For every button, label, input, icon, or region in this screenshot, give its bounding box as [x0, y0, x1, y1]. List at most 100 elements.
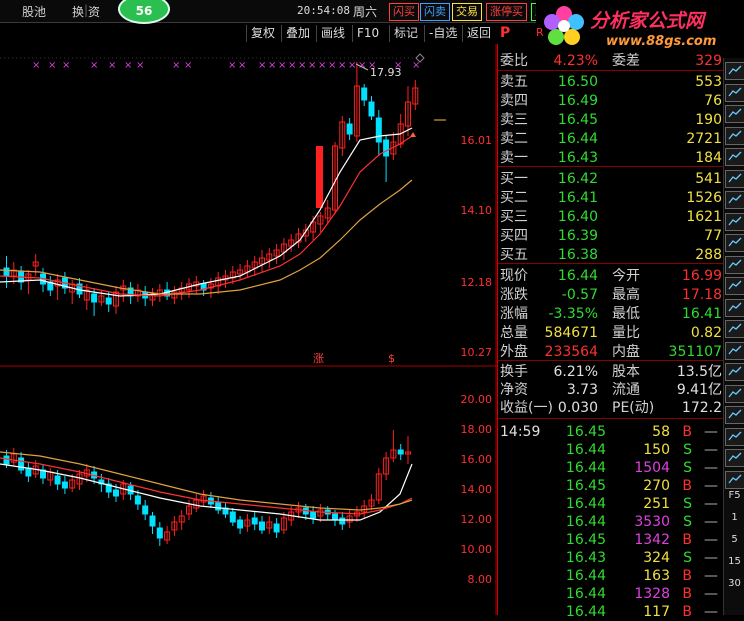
- news-icon[interactable]: [725, 234, 744, 252]
- stat-label: 最高: [612, 287, 640, 303]
- trade-button[interactable]: 交易: [452, 3, 482, 21]
- nav-fund[interactable]: 资: [88, 3, 100, 20]
- stat-label: 今开: [612, 268, 640, 284]
- bars-icon[interactable]: [725, 406, 744, 424]
- stat-row: 外盘 233564 内盘 351107: [498, 343, 724, 361]
- divider: [498, 360, 724, 361]
- f-icon[interactable]: [725, 298, 744, 317]
- signal-cross: ×: [32, 60, 40, 71]
- mark-button[interactable]: 标记: [389, 25, 422, 42]
- tick-price: 16.44: [565, 586, 606, 602]
- tick-dash: —: [704, 568, 718, 584]
- tick-chart-icon[interactable]: [725, 83, 744, 102]
- intraday-icon[interactable]: [725, 105, 744, 123]
- overlay-button[interactable]: 叠加: [281, 25, 314, 42]
- buy-level-row: 买一 16.42 541: [498, 170, 724, 188]
- tick-price: 16.43: [565, 550, 606, 566]
- quote-panel: P R 委比 4.23% 委差 329 卖五 16.50 553 卖四 16.49 76 卖…: [497, 25, 724, 620]
- score-badge[interactable]: 56: [118, 0, 170, 24]
- finance-label: 流通: [612, 382, 640, 398]
- tick-price: 16.45: [565, 532, 606, 548]
- signal-cross: ×: [298, 60, 306, 71]
- finance-row: 净资 3.73 流通 9.41亿: [498, 381, 724, 399]
- folder-icon[interactable]: [725, 277, 744, 295]
- grid-icon[interactable]: [725, 148, 744, 166]
- tick-volume: 1328: [634, 586, 670, 602]
- signal-cross: ×: [172, 60, 180, 71]
- tick-dash: —: [704, 550, 718, 566]
- rsi-icon[interactable]: [725, 384, 744, 403]
- finance-row: 收益(一) 0.030 PE(动) 172.2: [498, 399, 724, 417]
- move-icon[interactable]: [725, 449, 744, 467]
- cross-icon[interactable]: [725, 212, 744, 231]
- wei-cha-label: 委差: [612, 53, 640, 69]
- finance-row: 换手 6.21% 股本 13.5亿: [498, 363, 724, 381]
- tick-price: 16.44: [565, 514, 606, 530]
- adjust-button[interactable]: 复权: [246, 25, 279, 42]
- panel-mark-r[interactable]: R: [536, 24, 544, 42]
- pen-icon[interactable]: [725, 470, 744, 489]
- tick-row: 16.44 1504 S —: [498, 459, 724, 477]
- tick-dash: —: [704, 514, 718, 530]
- tick-time: 14:59: [500, 424, 541, 440]
- back-button[interactable]: 返回: [462, 25, 495, 42]
- tick-side: B: [682, 604, 692, 620]
- list-icon[interactable]: [725, 126, 744, 145]
- sub-ma-short: [0, 463, 413, 521]
- signal-cross: ×: [108, 60, 116, 71]
- panel-mark-p[interactable]: P: [500, 24, 510, 42]
- tick-side: B: [682, 478, 692, 494]
- period-button[interactable]: 30: [724, 578, 744, 589]
- tick-side: S: [683, 496, 692, 512]
- limit-up-buy-button[interactable]: 涨停买: [486, 3, 527, 21]
- trend-icon[interactable]: [725, 191, 744, 209]
- moving-average-lines: [0, 127, 413, 521]
- stat-label: 总量: [500, 325, 528, 341]
- period-button[interactable]: F5: [724, 490, 744, 501]
- flash-sell-button[interactable]: 闪卖: [420, 3, 450, 21]
- level-price: 16.42: [557, 171, 598, 187]
- level-label: 买二: [500, 190, 528, 206]
- candle-body: [397, 449, 404, 455]
- tick-dash: —: [704, 424, 718, 440]
- line-up-icon[interactable]: [725, 363, 744, 381]
- signal-cross: ×: [318, 60, 326, 71]
- level-volume: 76: [704, 93, 722, 109]
- signal-cross: ×: [308, 60, 316, 71]
- draw-line-button[interactable]: 画线: [316, 25, 349, 42]
- k-line-icon[interactable]: [725, 62, 744, 80]
- main-axis-label: 10.27: [461, 346, 493, 359]
- f10-icon[interactable]: [725, 255, 744, 274]
- signal-cross: ×: [258, 60, 266, 71]
- stat-value: 17.18: [681, 287, 722, 303]
- period-button[interactable]: 15: [724, 556, 744, 567]
- wave-chart-icon[interactable]: [725, 169, 744, 188]
- tick-side: B: [682, 586, 692, 602]
- level-price: 16.45: [557, 112, 598, 128]
- eraser-icon[interactable]: [725, 341, 744, 360]
- period-button[interactable]: 5: [724, 534, 744, 545]
- level-label: 卖二: [500, 131, 528, 147]
- stat-label: 现价: [500, 268, 528, 284]
- period-button[interactable]: 1: [724, 512, 744, 523]
- kline-chart[interactable]: × × × × × × × × × × × × × × × × × × × × × × × × × 16.01 14.10 12…: [0, 44, 497, 615]
- candle-body: [361, 87, 368, 101]
- finance-value: 3.73: [566, 382, 598, 398]
- nav-switch[interactable]: 换: [72, 3, 84, 20]
- candles-icon[interactable]: [725, 320, 744, 338]
- tick-price: 16.45: [565, 424, 606, 440]
- ma-line-short: [0, 127, 413, 297]
- candle-body: [273, 523, 280, 533]
- candle-body: [18, 457, 25, 471]
- tick-side: S: [683, 442, 692, 458]
- remove-watchlist-button[interactable]: -自选: [424, 25, 461, 42]
- nav-stock-pool[interactable]: 股池: [22, 3, 46, 20]
- flash-buy-button[interactable]: 闪买: [389, 3, 419, 21]
- signal-cross: ×: [124, 60, 132, 71]
- f10-button[interactable]: F10: [352, 25, 383, 42]
- tick-dash: —: [704, 604, 718, 620]
- candle-body: [375, 117, 382, 143]
- tools-icon[interactable]: [725, 427, 744, 446]
- candle-body: [91, 293, 98, 303]
- candle-body: [383, 139, 390, 157]
